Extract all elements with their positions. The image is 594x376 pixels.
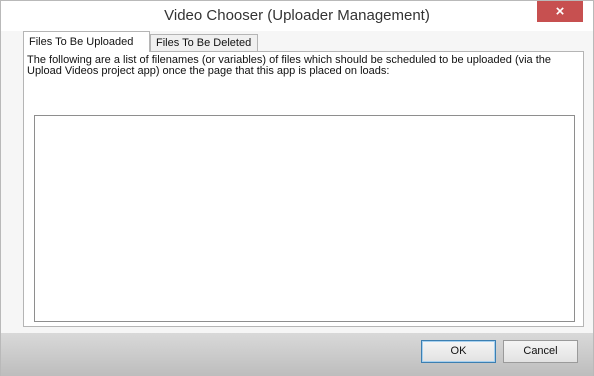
window-title: Video Chooser (Uploader Management) — [164, 7, 430, 24]
title-bar[interactable]: Video Chooser (Uploader Management) × — [1, 1, 593, 31]
file-list-box[interactable] — [34, 115, 575, 322]
tab-files-to-be-deleted[interactable]: Files To Be Deleted — [150, 34, 258, 52]
cancel-button[interactable]: Cancel — [503, 340, 578, 363]
dialog-window: Video Chooser (Uploader Management) × Fi… — [0, 0, 594, 376]
ok-button[interactable]: OK — [421, 340, 496, 363]
tab-panel: The following are a list of filenames (o… — [23, 51, 584, 327]
close-button[interactable]: × — [537, 1, 583, 22]
description-text: The following are a list of filenames (o… — [27, 54, 552, 77]
close-icon: × — [555, 3, 565, 20]
tab-files-to-be-uploaded[interactable]: Files To Be Uploaded — [23, 31, 150, 52]
